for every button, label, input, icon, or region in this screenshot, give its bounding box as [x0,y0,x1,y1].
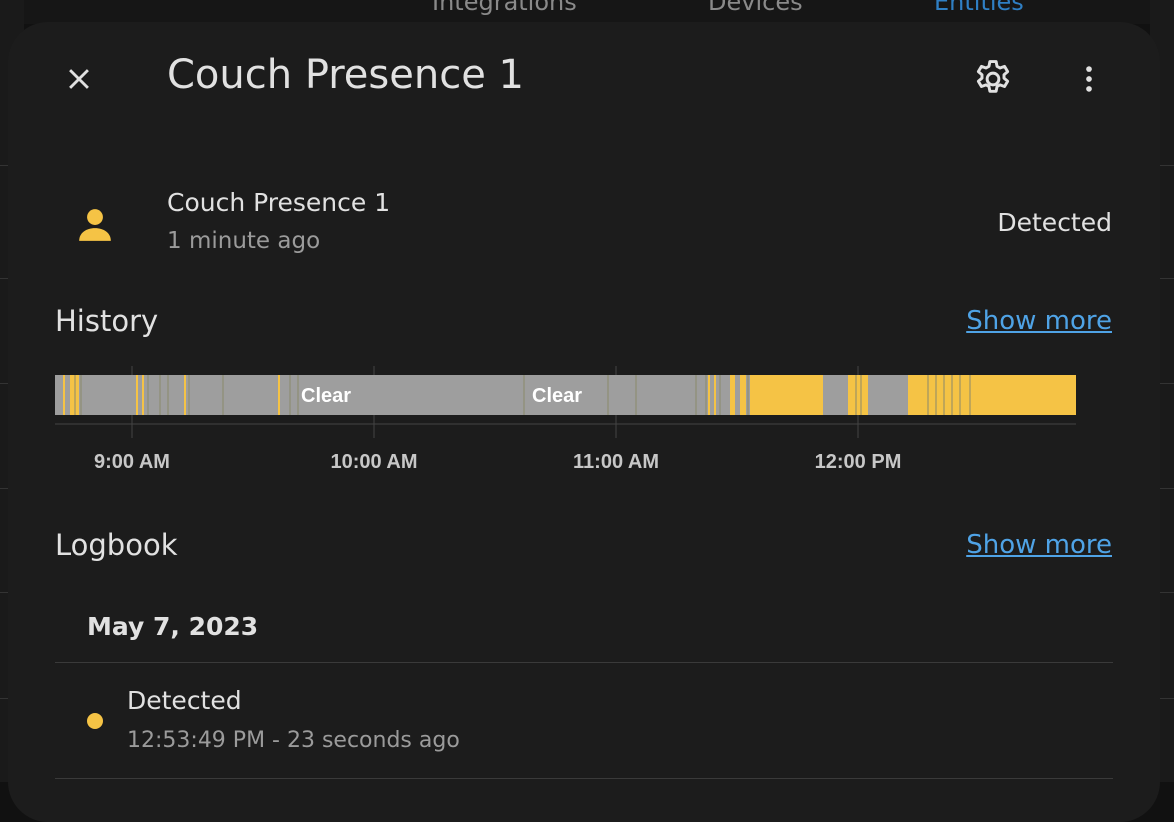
history-show-more-link[interactable]: Show more [966,306,1112,336]
background-tab-bar: Integrations Devices Entities [0,0,1174,24]
logbook-date: May 7, 2023 [87,612,259,641]
more-vert-icon [1086,66,1092,92]
more-options-button[interactable] [1064,54,1114,104]
logbook-entry-time: 12:53:49 PM - 23 seconds ago [127,728,460,753]
history-timeline-chart[interactable]: Clear Clear 9:00 AM 10:00 AM 11:00 AM 12… [8,352,1160,482]
dialog-title: Couch Presence 1 [167,52,524,98]
settings-button[interactable] [968,54,1018,104]
entity-state: Detected [997,208,1112,237]
logbook-entry-message[interactable]: Detected [127,686,242,715]
tick-label: 11:00 AM [573,451,659,473]
timeline-bar-label: Clear [301,385,351,407]
account-icon [79,209,111,241]
tick-label: 12:00 PM [815,451,902,473]
tab-devices[interactable]: Devices [708,0,803,16]
close-icon [69,69,89,89]
gear-icon [976,60,1010,93]
logbook-divider [55,778,1113,779]
tick-label: 10:00 AM [330,451,417,473]
tab-entities[interactable]: Entities [934,0,1024,16]
logbook-divider [55,662,1113,663]
tab-integrations[interactable]: Integrations [432,0,577,16]
tick-label: 9:00 AM [94,451,170,473]
more-info-dialog: Couch Presence 1 Couch Presence 1 1 minu… [8,22,1160,822]
timeline-clear-gap [868,375,908,415]
entity-last-changed: 1 minute ago [167,228,321,254]
history-title: History [55,304,159,338]
timeline-bar-label: Clear [532,385,582,407]
timeline-clear-gap [823,375,848,415]
state-dot-icon [87,713,103,729]
logbook-show-more-link[interactable]: Show more [966,530,1112,560]
entity-name: Couch Presence 1 [167,188,391,217]
close-button[interactable] [54,54,104,104]
logbook-title: Logbook [55,528,178,562]
